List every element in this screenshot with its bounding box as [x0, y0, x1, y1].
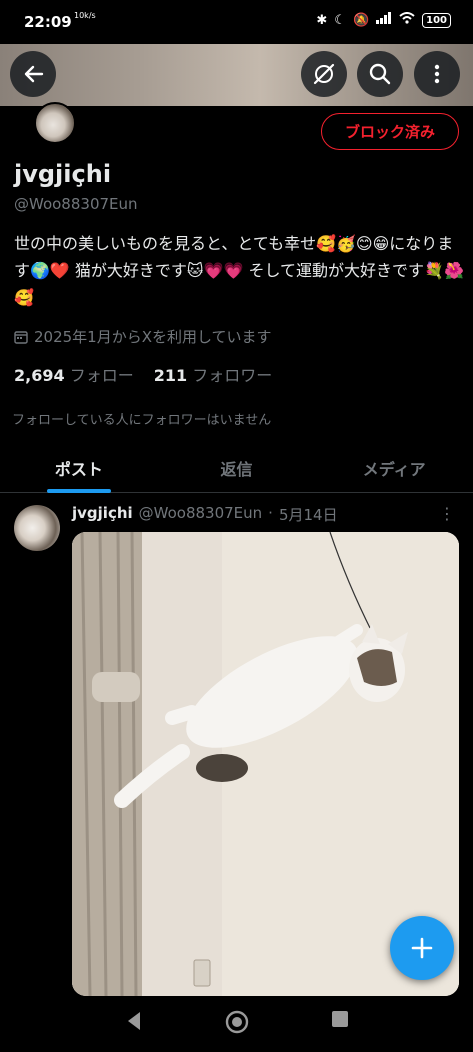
- arrow-left-icon: [24, 65, 44, 83]
- tab-media[interactable]: メディア: [315, 448, 473, 492]
- plus-icon: [411, 937, 433, 959]
- wifi-icon: [399, 12, 415, 28]
- joined-text: 2025年1月からXを利用しています: [34, 328, 272, 346]
- nav-home-icon[interactable]: [225, 1010, 249, 1034]
- bluetooth-icon: ✱: [316, 12, 328, 28]
- tab-posts[interactable]: ポスト: [0, 448, 158, 492]
- post-more-icon[interactable]: ⋮: [439, 504, 455, 523]
- followers-link[interactable]: 211 フォロワー: [154, 362, 273, 386]
- calendar-icon: [14, 330, 28, 344]
- post-avatar[interactable]: [14, 505, 60, 551]
- tab-replies[interactable]: 返信: [158, 448, 316, 492]
- following-link[interactable]: 2,694 フォロー: [14, 362, 134, 386]
- more-button[interactable]: [414, 51, 460, 97]
- profile-bio: 世の中の美しいものを見ると、とても幸せ🥰🥳😊😁になります🌍❤️ 猫が大好きです🐱…: [14, 234, 464, 307]
- mute-icon: 🔕: [352, 12, 370, 28]
- profile-avatar[interactable]: [34, 102, 76, 144]
- post-header: jvgjiçhi @Woo88307Eun · 5月14日: [72, 504, 338, 525]
- moon-icon: ☾: [334, 12, 346, 28]
- network-speed: 10k/s: [74, 11, 96, 20]
- post-separator: ·: [268, 504, 273, 522]
- eye-slash-icon: [313, 63, 335, 85]
- nav-back-icon[interactable]: [124, 1010, 144, 1032]
- back-button[interactable]: [10, 51, 56, 97]
- post-author-handle: @Woo88307Eun: [138, 504, 263, 522]
- mutual-followers-note: フォローしている人にフォロワーはいません: [12, 413, 272, 428]
- follow-stats: 2,694 フォロー 211 フォロワー: [14, 362, 272, 386]
- joined-date: 2025年1月からXを利用しています: [14, 326, 272, 347]
- blocked-button[interactable]: ブロック済み: [321, 113, 459, 150]
- hide-button[interactable]: [301, 51, 347, 97]
- profile-name: jvgjiçhi: [14, 160, 112, 188]
- profile-tabs: ポスト 返信 メディア: [0, 448, 473, 493]
- status-time: 22:09: [24, 13, 72, 31]
- status-icons: ✱ ☾ 🔕 100: [316, 12, 451, 28]
- more-vertical-icon: [434, 64, 440, 84]
- search-icon: [369, 63, 391, 85]
- compose-button[interactable]: [390, 916, 454, 980]
- signal-icon: [376, 12, 392, 28]
- post-author-name[interactable]: jvgjiçhi: [72, 504, 133, 525]
- battery-icon: 100: [422, 12, 451, 28]
- search-button[interactable]: [357, 51, 403, 97]
- nav-recents-icon[interactable]: [331, 1010, 349, 1028]
- profile-handle: @Woo88307Eun: [14, 195, 138, 213]
- post-date: 5月14日: [278, 506, 338, 524]
- status-bar: 22:09 10k/s ✱ ☾ 🔕 100: [0, 0, 473, 44]
- system-nav-bar: [0, 996, 473, 1052]
